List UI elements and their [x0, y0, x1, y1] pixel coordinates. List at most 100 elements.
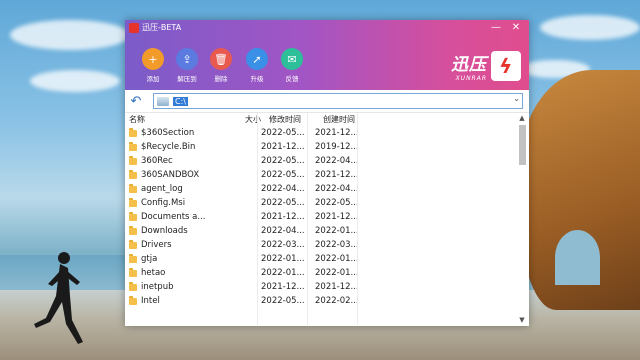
- folder-icon: [129, 295, 137, 305]
- extract-icon: ⇪: [176, 48, 198, 70]
- folder-icon: [129, 211, 137, 221]
- delete-button[interactable]: 🗑 删除: [203, 48, 239, 83]
- file-row[interactable]: gtja 2022-01... 2022-01...: [125, 252, 529, 266]
- feedback-button[interactable]: ✉ 反馈: [274, 48, 310, 83]
- file-modified: 2022-05...: [261, 128, 305, 138]
- column-divider: [357, 113, 358, 325]
- file-name: gtja: [141, 254, 158, 264]
- chevron-down-icon[interactable]: ⌄: [513, 94, 520, 103]
- app-window: 迅压-BETA — ✕ + 添加 ⇪ 解压到 🗑 删除 ➚ 升级 ✉ 反馈 迅压…: [125, 20, 529, 326]
- column-size[interactable]: 大小: [233, 114, 265, 125]
- brand-name-cn: 迅压: [451, 55, 487, 75]
- close-button[interactable]: ✕: [509, 21, 523, 35]
- file-row[interactable]: Intel 2022-05... 2022-02...: [125, 294, 529, 308]
- app-logo-icon: [129, 23, 139, 33]
- column-name[interactable]: 名称: [125, 114, 233, 125]
- file-row[interactable]: Config.Msi 2022-05... 2022-05...: [125, 196, 529, 210]
- vertical-scrollbar[interactable]: ▲ ▼: [517, 113, 527, 325]
- folder-icon: [129, 253, 137, 263]
- file-modified: 2022-05...: [261, 296, 305, 306]
- file-modified: 2021-12...: [261, 212, 305, 222]
- file-name: Intel: [141, 296, 160, 306]
- runner-silhouette: [34, 252, 83, 344]
- file-row[interactable]: inetpub 2021-12... 2021-12...: [125, 280, 529, 294]
- file-row[interactable]: Drivers 2022-03... 2022-03...: [125, 238, 529, 252]
- rock-arch: [555, 230, 600, 285]
- file-name: hetao: [141, 268, 166, 278]
- folder-icon: [129, 281, 137, 291]
- minimize-button[interactable]: —: [489, 21, 503, 35]
- address-bar: ↶ C:\ ⌄: [125, 90, 529, 113]
- add-label: 添加: [146, 75, 160, 83]
- extract-to-button[interactable]: ⇪ 解压到: [169, 48, 205, 83]
- window-title: 迅压-BETA: [142, 23, 182, 32]
- folder-icon: [129, 239, 137, 249]
- file-row[interactable]: $360Section 2022-05... 2021-12...: [125, 126, 529, 140]
- file-name: Downloads: [141, 226, 188, 236]
- back-arrow-icon[interactable]: ↶: [125, 94, 147, 109]
- scroll-up-icon[interactable]: ▲: [517, 113, 527, 123]
- file-name: Drivers: [141, 240, 172, 250]
- file-row[interactable]: 360SANDBOX 2022-05... 2021-12...: [125, 168, 529, 182]
- column-divider: [307, 113, 308, 325]
- file-row[interactable]: Downloads 2022-04... 2022-01...: [125, 224, 529, 238]
- folder-icon: [129, 141, 137, 151]
- drive-icon: [157, 96, 169, 106]
- feedback-label: 反馈: [285, 75, 299, 83]
- file-name: Documents a...: [141, 212, 206, 222]
- add-icon: +: [142, 48, 164, 70]
- scroll-down-icon[interactable]: ▼: [517, 315, 527, 325]
- column-header: 名称 大小 修改时间 创建时间: [125, 113, 529, 126]
- file-row[interactable]: Documents a... 2021-12... 2021-12...: [125, 210, 529, 224]
- folder-icon: [129, 267, 137, 277]
- file-row[interactable]: $Recycle.Bin 2021-12... 2019-12...: [125, 140, 529, 154]
- scroll-thumb[interactable]: [519, 125, 526, 165]
- brand-logo: 迅压 XUNRAR ϟ: [451, 48, 521, 84]
- file-modified: 2022-04...: [261, 226, 305, 236]
- delete-label: 删除: [214, 75, 228, 83]
- title-bar[interactable]: 迅压-BETA — ✕: [125, 20, 529, 36]
- cloud: [540, 15, 640, 40]
- folder-icon: [129, 169, 137, 179]
- file-modified: 2022-05...: [261, 198, 305, 208]
- file-name: $360Section: [141, 128, 195, 138]
- trash-icon: 🗑: [210, 48, 232, 70]
- file-modified: 2022-01...: [261, 268, 305, 278]
- brand-name-en: XUNRAR: [455, 75, 487, 82]
- file-modified: 2021-12...: [261, 142, 305, 152]
- window-header: 迅压-BETA — ✕ + 添加 ⇪ 解压到 🗑 删除 ➚ 升级 ✉ 反馈 迅压…: [125, 20, 529, 90]
- file-name: Config.Msi: [141, 198, 186, 208]
- file-row[interactable]: hetao 2022-01... 2022-01...: [125, 266, 529, 280]
- file-name: agent_log: [141, 184, 183, 194]
- add-button[interactable]: + 添加: [135, 48, 171, 83]
- extract-to-label: 解压到: [177, 75, 197, 83]
- folder-icon: [129, 197, 137, 207]
- path-input[interactable]: C:\ ⌄: [153, 93, 523, 109]
- feedback-icon: ✉: [281, 48, 303, 70]
- file-modified: 2022-01...: [261, 254, 305, 264]
- folder-icon: [129, 155, 137, 165]
- path-value: C:\: [173, 96, 188, 106]
- column-modified[interactable]: 修改时间: [265, 114, 319, 125]
- column-created[interactable]: 创建时间: [319, 114, 373, 125]
- file-modified: 2022-05...: [261, 156, 305, 166]
- column-divider: [257, 113, 258, 325]
- cloud: [30, 70, 120, 92]
- upgrade-label: 升级: [250, 75, 264, 83]
- folder-icon: [129, 183, 137, 193]
- file-name: inetpub: [141, 282, 174, 292]
- file-row[interactable]: agent_log 2022-04... 2022-04...: [125, 182, 529, 196]
- file-modified: 2022-05...: [261, 170, 305, 180]
- file-name: $Recycle.Bin: [141, 142, 196, 152]
- file-list: 名称 大小 修改时间 创建时间 $360Section 2022-05... 202…: [125, 113, 529, 325]
- file-modified: 2022-03...: [261, 240, 305, 250]
- folder-icon: [129, 127, 137, 137]
- file-row[interactable]: 360Rec 2022-05... 2022-04...: [125, 154, 529, 168]
- lightning-logo-icon: ϟ: [491, 51, 521, 81]
- file-name: 360Rec: [141, 156, 173, 166]
- rocket-icon: ➚: [246, 48, 268, 70]
- upgrade-button[interactable]: ➚ 升级: [239, 48, 275, 83]
- folder-icon: [129, 225, 137, 235]
- file-modified: 2021-12...: [261, 282, 305, 292]
- cloud: [10, 20, 130, 50]
